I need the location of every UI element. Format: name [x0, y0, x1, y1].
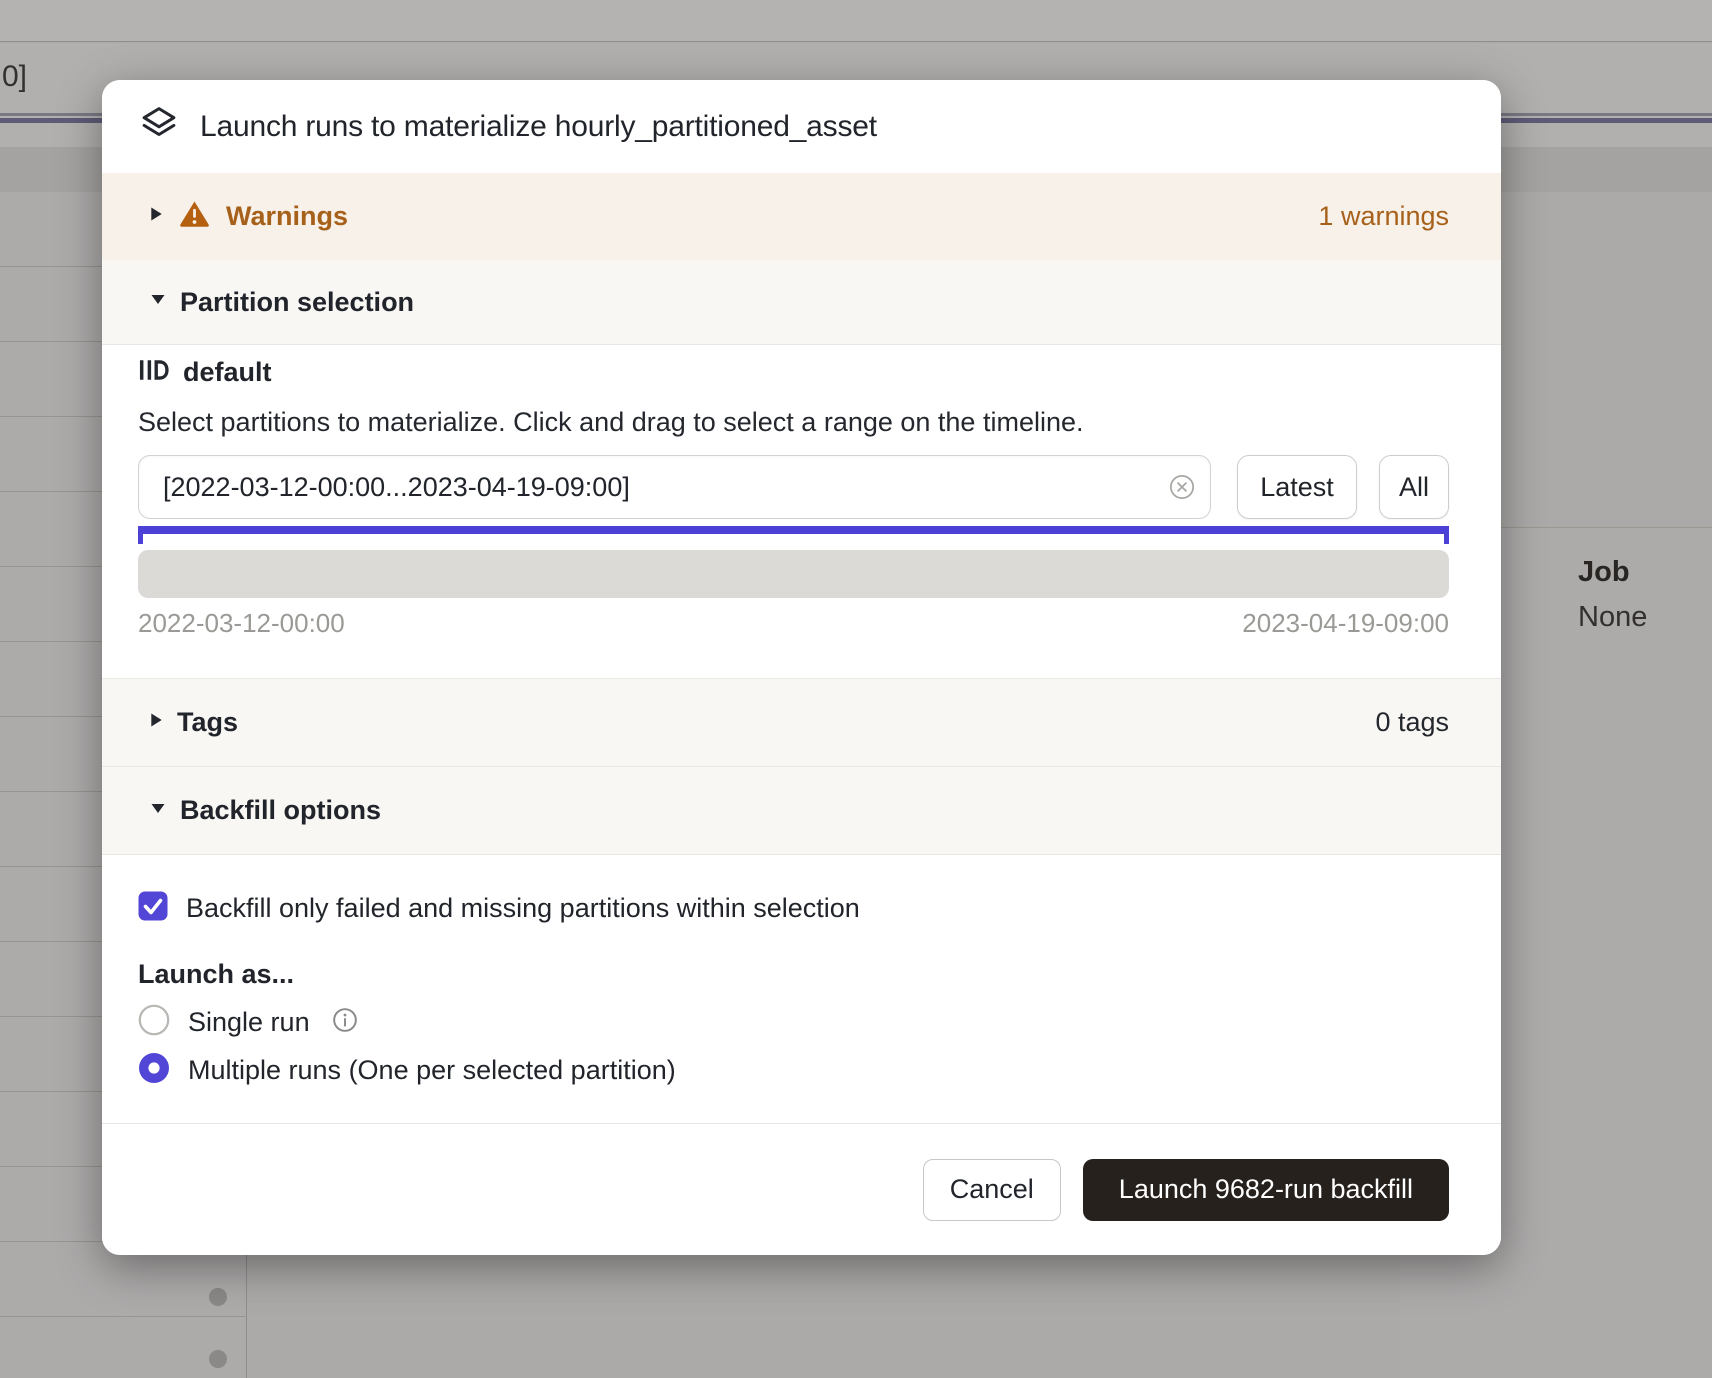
partition-selection-description: Select partitions to materialize. Click … [138, 405, 1449, 439]
backfill-options-toggle[interactable]: Backfill options [102, 767, 1501, 855]
warning-triangle-icon [179, 200, 210, 233]
dialog-header: Launch runs to materialize hourly_partit… [102, 80, 1501, 173]
single-run-label: Single run [188, 1007, 310, 1038]
warnings-label: Warnings [226, 201, 348, 232]
backfill-options-body: Backfill only failed and missing partiti… [102, 855, 1501, 1123]
timeline-track[interactable] [138, 550, 1449, 598]
warnings-count: 1 warnings [1318, 201, 1449, 232]
dialog-title: Launch runs to materialize hourly_partit… [200, 110, 877, 144]
warnings-section-toggle[interactable]: Warnings 1 warnings [102, 173, 1501, 260]
chevron-down-icon [150, 802, 166, 820]
status-dot [209, 1288, 227, 1306]
tags-header: Tags [177, 707, 238, 738]
partition-selection-header: Partition selection [180, 287, 414, 318]
multiple-runs-radio-row[interactable]: Multiple runs (One per selected partitio… [138, 1054, 1449, 1086]
partition-set-icon [138, 357, 169, 388]
status-dot [209, 1350, 227, 1368]
launch-backfill-dialog: Launch runs to materialize hourly_partit… [102, 80, 1501, 1255]
info-icon[interactable] [332, 1007, 358, 1038]
partition-dimension-name: default [183, 357, 272, 388]
background-top-bar [0, 0, 1712, 42]
background-truncated-text: 0] [2, 60, 27, 94]
cancel-button[interactable]: Cancel [923, 1159, 1061, 1221]
multiple-runs-label: Multiple runs (One per selected partitio… [188, 1055, 676, 1086]
all-button[interactable]: All [1379, 455, 1449, 519]
backfill-options-header: Backfill options [180, 795, 381, 826]
tags-count: 0 tags [1375, 707, 1449, 738]
backfill-only-failed-checkbox-row[interactable]: Backfill only failed and missing partiti… [138, 893, 1449, 923]
job-column-value: None [1578, 601, 1647, 634]
radio-unselected-icon[interactable] [138, 1004, 170, 1041]
partition-range-input-wrap [138, 455, 1211, 519]
partition-selection-body: default Select partitions to materialize… [102, 345, 1501, 678]
asset-layers-icon [138, 103, 180, 150]
chevron-down-icon [150, 293, 166, 311]
checkbox-checked-icon[interactable] [138, 891, 168, 926]
partition-selection-toggle[interactable]: Partition selection [102, 260, 1501, 345]
tags-section-toggle[interactable]: Tags 0 tags [102, 678, 1501, 767]
latest-button[interactable]: Latest [1237, 455, 1357, 519]
radio-selected-icon[interactable] [138, 1052, 170, 1089]
dialog-footer: Cancel Launch 9682-run backfill [102, 1123, 1501, 1255]
job-column-label: Job [1578, 556, 1630, 589]
timeline-selection-bar[interactable] [138, 526, 1449, 534]
range-end-label: 2023-04-19-09:00 [1242, 608, 1449, 639]
clear-selection-icon[interactable] [1169, 474, 1195, 500]
single-run-radio-row[interactable]: Single run [138, 1006, 1449, 1038]
backfill-only-failed-label: Backfill only failed and missing partiti… [186, 893, 860, 924]
chevron-right-icon [150, 712, 163, 733]
chevron-right-icon [150, 206, 163, 227]
timeline-range-labels: 2022-03-12-00:00 2023-04-19-09:00 [138, 608, 1449, 639]
launch-backfill-button[interactable]: Launch 9682-run backfill [1083, 1159, 1449, 1221]
screen: 0] Job None Launch runs to materialize h… [0, 0, 1712, 1378]
partition-range-input[interactable] [138, 455, 1211, 519]
launch-as-label: Launch as... [138, 958, 1449, 990]
range-start-label: 2022-03-12-00:00 [138, 608, 345, 639]
